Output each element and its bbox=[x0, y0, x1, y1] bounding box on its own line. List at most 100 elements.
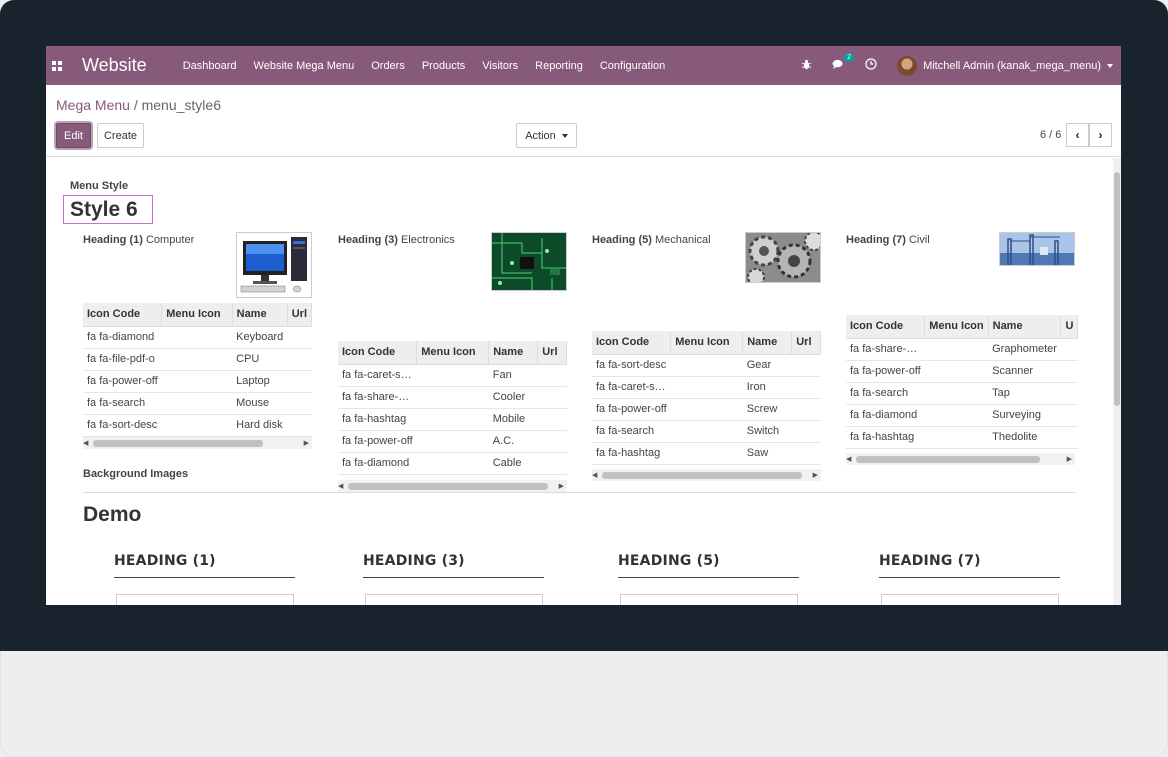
top-navbar: Website Dashboard Website Mega Menu Orde… bbox=[46, 46, 1121, 85]
column-heading: Heading (5) Mechanical bbox=[592, 234, 711, 246]
menu-lines-table-5: Icon Code Menu Icon Name Url fa fa-sort-… bbox=[592, 331, 821, 465]
table-row[interactable]: fa fa-power-off Laptop bbox=[83, 370, 312, 393]
col-icon-code[interactable]: Icon Code bbox=[846, 315, 926, 339]
demo-heading-1[interactable]: HEADING (1) bbox=[114, 553, 295, 605]
apps-grid-icon[interactable] bbox=[52, 60, 62, 71]
col-icon-code[interactable]: Icon Code bbox=[83, 303, 163, 327]
table-row[interactable]: fa fa-sort-desc Gear bbox=[592, 354, 821, 377]
vertical-scrollbar[interactable] bbox=[1113, 158, 1121, 605]
create-button[interactable]: Create bbox=[97, 123, 144, 148]
construction-image bbox=[999, 232, 1075, 266]
demo-item-box bbox=[881, 594, 1059, 605]
menu-visitors[interactable]: Visitors bbox=[482, 60, 518, 72]
menu-configuration[interactable]: Configuration bbox=[600, 60, 665, 72]
table-row[interactable]: fa fa-power-off A.C. bbox=[338, 430, 567, 453]
table-row[interactable]: fa fa-power-off Screw bbox=[592, 398, 821, 421]
navbar-systray: 2 Mitchell Admin (kanak_mega_menu) bbox=[801, 46, 1121, 85]
col-name[interactable]: Name bbox=[232, 303, 288, 327]
col-menu-icon[interactable]: Menu Icon bbox=[161, 303, 233, 327]
chevron-right-icon: › bbox=[1098, 128, 1103, 142]
action-dropdown[interactable]: Action bbox=[516, 123, 577, 148]
menu-dashboard[interactable]: Dashboard bbox=[183, 60, 237, 72]
table-row[interactable]: fa fa-sort-desc Hard disk bbox=[83, 414, 312, 437]
device-base bbox=[0, 651, 1168, 757]
col-name[interactable]: Name bbox=[488, 341, 539, 365]
breadcrumb-separator: / bbox=[133, 97, 138, 113]
app-screen: Website Dashboard Website Mega Menu Orde… bbox=[46, 46, 1121, 605]
menu-lines-table-3: Icon Code Menu Icon Name Url fa fa-caret… bbox=[338, 341, 567, 475]
col-icon-code[interactable]: Icon Code bbox=[592, 331, 672, 355]
column-heading: Heading (1) Computer bbox=[83, 234, 195, 246]
demo-heading-3[interactable]: HEADING (3) bbox=[363, 553, 544, 605]
app-brand[interactable]: Website bbox=[82, 55, 147, 76]
menu-products[interactable]: Products bbox=[422, 60, 465, 72]
menu-lines-table-1: Icon Code Menu Icon Name Url fa fa-diamo… bbox=[83, 303, 313, 437]
col-menu-icon[interactable]: Menu Icon bbox=[924, 315, 989, 339]
demo-item-box bbox=[116, 594, 294, 605]
column-heading: Heading (7) Civil bbox=[846, 234, 930, 246]
demo-heading-text: HEADING (5) bbox=[618, 553, 720, 569]
table-row[interactable]: fa fa-search Tap bbox=[846, 382, 1078, 405]
pager-next-button[interactable]: › bbox=[1089, 123, 1112, 147]
caret-down-icon bbox=[561, 133, 568, 138]
chat-icon[interactable]: 2 bbox=[832, 52, 855, 73]
table-row[interactable]: fa fa-diamond Surveying bbox=[846, 404, 1078, 427]
gears-image bbox=[745, 231, 824, 286]
breadcrumb: Mega Menu / menu_style6 bbox=[56, 97, 221, 113]
col-name[interactable]: Name bbox=[988, 315, 1062, 339]
col-icon-code[interactable]: Icon Code bbox=[338, 341, 418, 365]
computer-image bbox=[236, 232, 312, 298]
table-row[interactable]: fa fa-share-… Cooler bbox=[338, 386, 567, 409]
table-row[interactable]: fa fa-power-off Scanner bbox=[846, 360, 1078, 383]
chevron-left-icon: ‹ bbox=[1075, 128, 1080, 142]
breadcrumb-current: menu_style6 bbox=[141, 97, 221, 113]
horizontal-scrollbar[interactable]: ◀ ▶ bbox=[83, 437, 312, 449]
col-menu-icon[interactable]: Menu Icon bbox=[416, 341, 490, 365]
clock-icon[interactable] bbox=[865, 58, 877, 73]
col-url[interactable]: U bbox=[1060, 315, 1079, 339]
table-row[interactable]: fa fa-caret-s… Iron bbox=[592, 376, 821, 399]
demo-heading-text: HEADING (7) bbox=[879, 553, 981, 569]
col-menu-icon[interactable]: Menu Icon bbox=[670, 331, 744, 355]
menu-website-mega-menu[interactable]: Website Mega Menu bbox=[254, 60, 355, 72]
bug-icon[interactable] bbox=[801, 59, 812, 73]
menu-style-value: Style 6 bbox=[63, 195, 153, 224]
col-url[interactable]: Url bbox=[791, 331, 821, 355]
column-heading: Heading (3) Electronics bbox=[338, 234, 455, 246]
table-row[interactable]: fa fa-caret-s… Fan bbox=[338, 364, 567, 387]
table-row[interactable]: fa fa-diamond Cable bbox=[338, 452, 567, 475]
menu-style-label: Menu Style bbox=[70, 180, 129, 192]
table-row[interactable]: fa fa-search Switch bbox=[592, 420, 821, 443]
action-label: Action bbox=[525, 129, 556, 142]
horizontal-scrollbar[interactable]: ◀ ▶ bbox=[846, 453, 1075, 465]
horizontal-scrollbar[interactable]: ◀ ▶ bbox=[592, 469, 821, 481]
section-divider bbox=[83, 492, 1075, 493]
table-row[interactable]: fa fa-hashtag Mobile bbox=[338, 408, 567, 431]
breadcrumb-parent[interactable]: Mega Menu bbox=[56, 97, 130, 113]
menu-reporting[interactable]: Reporting bbox=[535, 60, 583, 72]
table-row[interactable]: fa fa-file-pdf-o CPU bbox=[83, 348, 312, 371]
demo-heading-7[interactable]: HEADING (7) bbox=[879, 553, 1060, 605]
chevron-down-icon[interactable] bbox=[1107, 63, 1113, 68]
user-menu[interactable]: Mitchell Admin (kanak_mega_menu) bbox=[923, 60, 1101, 72]
horizontal-scrollbar[interactable]: ◀ ▶ bbox=[338, 480, 567, 492]
pager-previous-button[interactable]: ‹ bbox=[1066, 123, 1089, 147]
col-name[interactable]: Name bbox=[742, 331, 793, 355]
demo-heading-text: HEADING (3) bbox=[363, 553, 465, 569]
demo-heading-5[interactable]: HEADING (5) bbox=[618, 553, 799, 605]
demo-item-box bbox=[620, 594, 798, 605]
table-row[interactable]: fa fa-hashtag Saw bbox=[592, 442, 821, 465]
menu-lines-table-7: Icon Code Menu Icon Name U fa fa-share-…… bbox=[846, 315, 1079, 449]
table-row[interactable]: fa fa-share-… Graphometer bbox=[846, 338, 1078, 361]
table-row[interactable]: fa fa-search Mouse bbox=[83, 392, 312, 415]
table-row[interactable]: fa fa-diamond Keyboard bbox=[83, 326, 312, 349]
circuit-board-image bbox=[491, 232, 567, 291]
edit-button[interactable]: Edit bbox=[56, 123, 91, 148]
pager-value[interactable]: 6 / 6 bbox=[1040, 129, 1061, 141]
demo-heading-text: HEADING (1) bbox=[114, 553, 216, 569]
table-row[interactable]: fa fa-hashtag Thedolite bbox=[846, 426, 1078, 449]
menu-orders[interactable]: Orders bbox=[371, 60, 405, 72]
avatar[interactable] bbox=[897, 55, 918, 76]
col-url[interactable]: Url bbox=[287, 303, 313, 327]
col-url[interactable]: Url bbox=[537, 341, 567, 365]
